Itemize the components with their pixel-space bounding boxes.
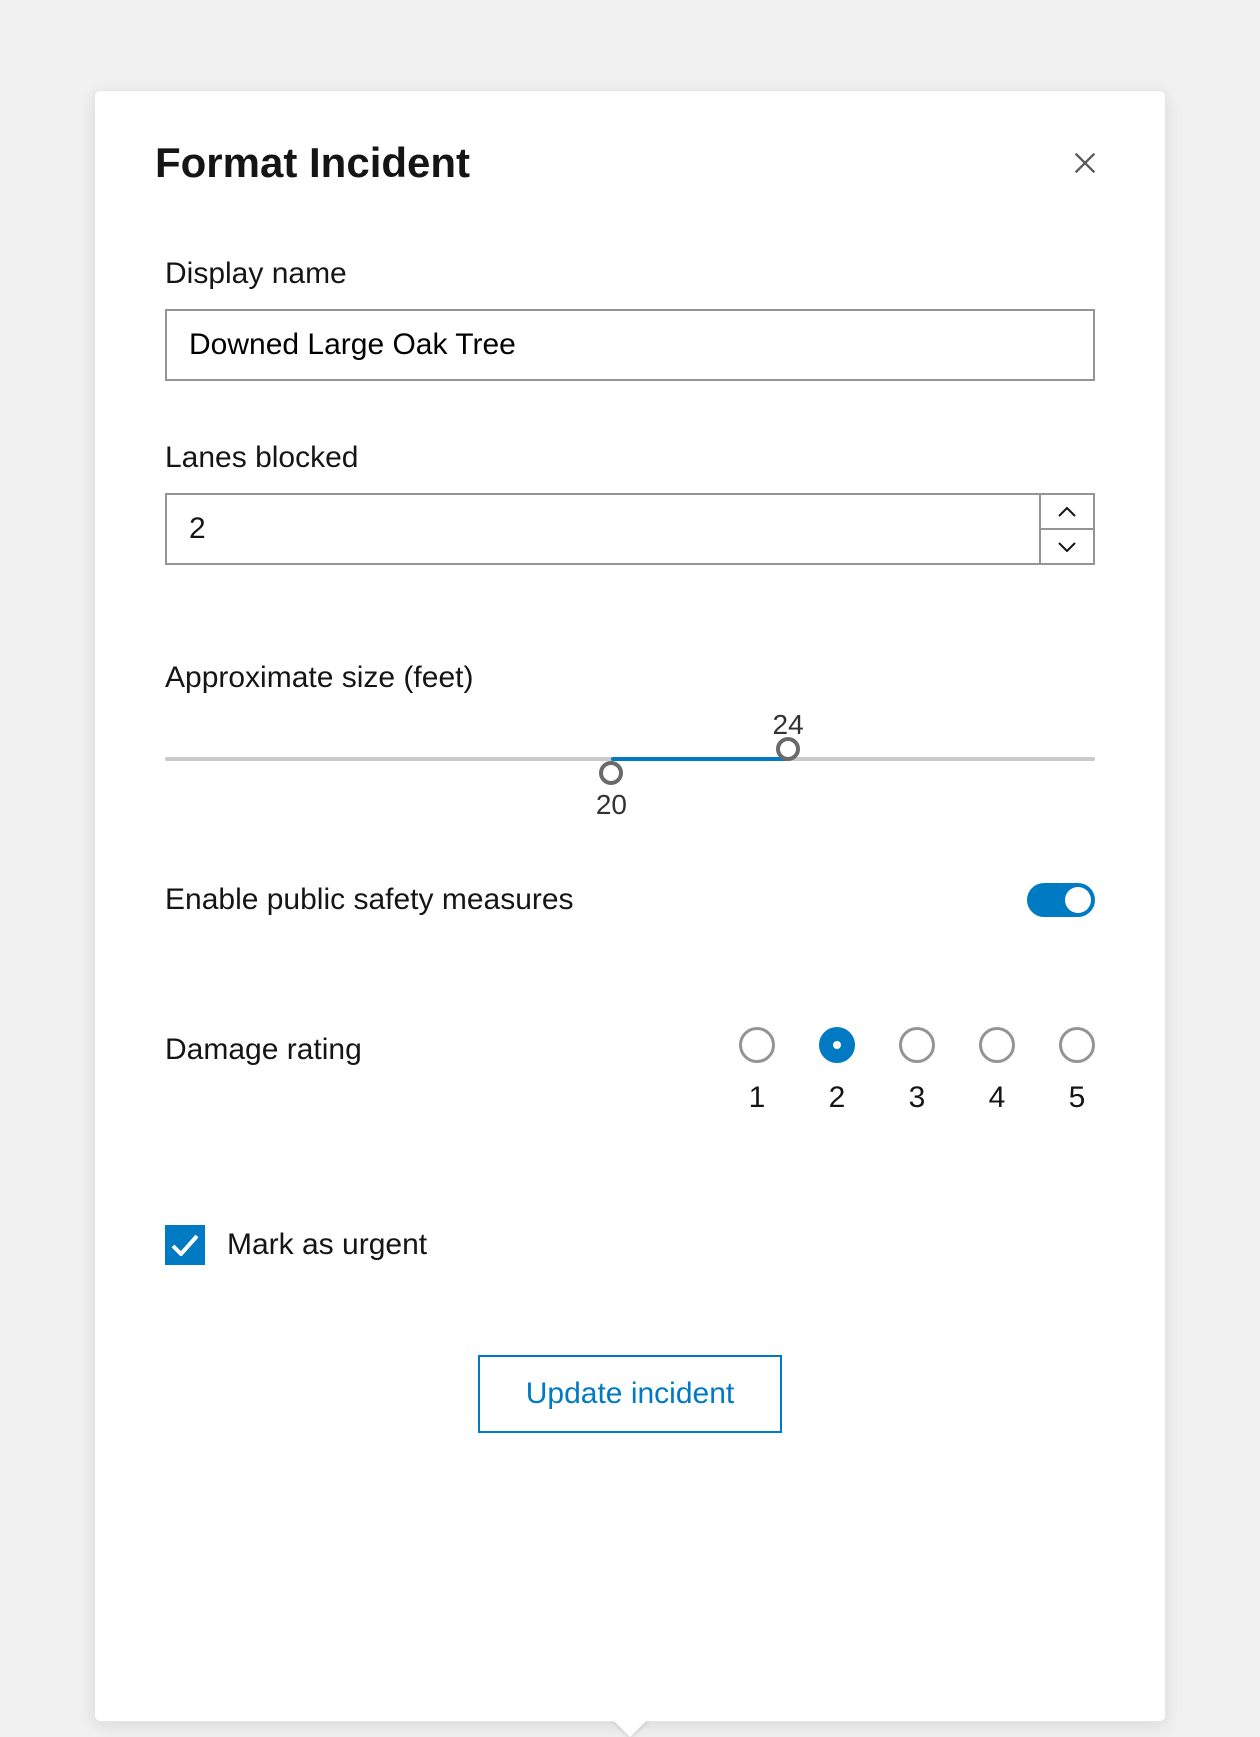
close-icon [1071,149,1099,177]
approx-size-field: Approximate size (feet) 24 20 [165,625,1095,803]
radio-label: 5 [1069,1081,1086,1115]
display-name-field: Display name [165,257,1095,381]
form-body: Display name Lanes blocked 2 Approximate… [155,257,1105,1433]
slider-min-handle[interactable] [599,761,623,785]
public-safety-field: Enable public safety measures [165,883,1095,917]
stepper-down-button[interactable] [1041,530,1093,563]
toggle-knob [1065,887,1091,913]
radio-circle [1059,1027,1095,1063]
damage-rating-option-5[interactable]: 5 [1059,1027,1095,1115]
lanes-blocked-label: Lanes blocked [165,441,1095,475]
slider-min-value-label: 20 [596,789,627,821]
close-button[interactable] [1065,143,1105,183]
public-safety-label: Enable public safety measures [165,883,574,917]
check-icon [171,1234,199,1256]
mark-urgent-checkbox[interactable] [165,1225,205,1265]
radio-circle [979,1027,1015,1063]
submit-row: Update incident [165,1355,1095,1433]
slider-track-fill [611,757,788,761]
slider-max-handle[interactable] [776,737,800,761]
damage-rating-label: Damage rating [165,1027,362,1067]
radio-label: 1 [749,1081,766,1115]
size-range-slider[interactable]: 24 20 [165,713,1095,803]
chevron-down-icon [1058,542,1076,552]
chevron-up-icon [1058,507,1076,517]
panel-title: Format Incident [155,139,470,187]
approx-size-label: Approximate size (feet) [165,661,1095,695]
lanes-blocked-stepper: 2 [165,493,1095,565]
radio-label: 3 [909,1081,926,1115]
mark-urgent-field[interactable]: Mark as urgent [165,1225,1095,1265]
damage-rating-option-1[interactable]: 1 [739,1027,775,1115]
format-incident-panel: Format Incident Display name Lanes block… [94,90,1166,1722]
lanes-blocked-value[interactable]: 2 [167,495,1039,563]
damage-rating-field: Damage rating 1 2 3 4 5 [165,1027,1095,1115]
radio-circle [819,1027,855,1063]
lanes-blocked-field: Lanes blocked 2 [165,441,1095,565]
damage-rating-option-3[interactable]: 3 [899,1027,935,1115]
radio-circle [899,1027,935,1063]
damage-rating-option-2[interactable]: 2 [819,1027,855,1115]
damage-rating-options: 1 2 3 4 5 [739,1027,1095,1115]
public-safety-toggle[interactable] [1027,883,1095,917]
radio-label: 4 [989,1081,1006,1115]
stepper-controls [1039,495,1093,563]
display-name-input[interactable] [165,309,1095,381]
radio-label: 2 [829,1081,846,1115]
update-incident-button[interactable]: Update incident [478,1355,782,1433]
panel-header: Format Incident [155,139,1105,187]
radio-circle [739,1027,775,1063]
mark-urgent-label: Mark as urgent [227,1228,427,1262]
damage-rating-option-4[interactable]: 4 [979,1027,1015,1115]
stepper-up-button[interactable] [1041,495,1093,530]
display-name-label: Display name [165,257,1095,291]
